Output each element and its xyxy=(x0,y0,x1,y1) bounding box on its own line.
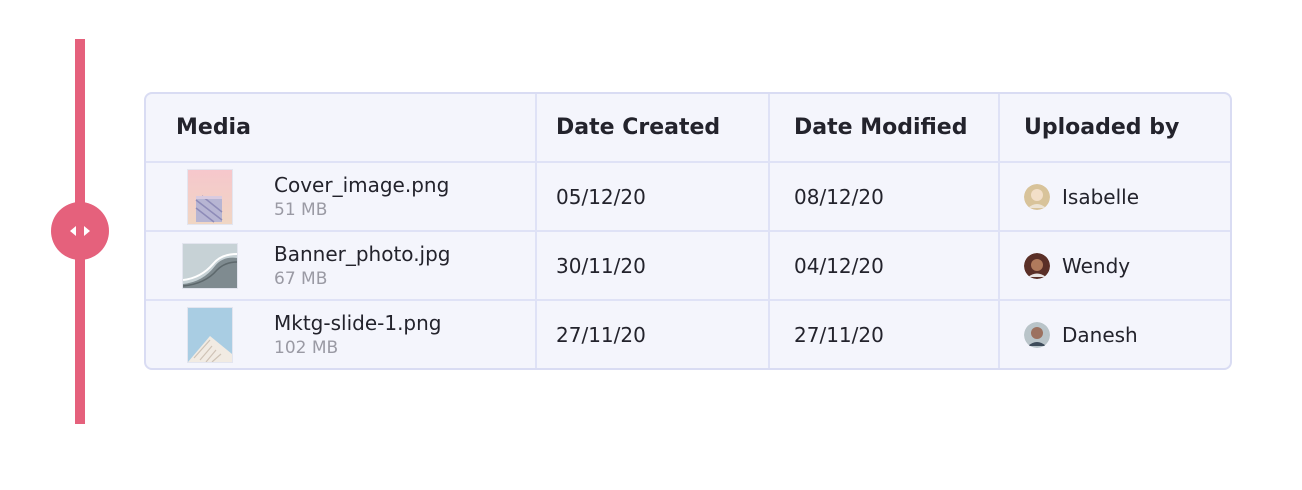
table-row[interactable]: Banner_photo.jpg 67 MB 30/11/20 04/12/20 xyxy=(146,231,1230,301)
uploader-cell: Danesh xyxy=(999,300,1230,368)
uploader-name: Isabelle xyxy=(1062,184,1139,209)
date-modified-cell: 27/11/20 xyxy=(769,300,1000,368)
date-created-cell: 30/11/20 xyxy=(536,231,770,301)
column-header-date-created[interactable]: Date Created xyxy=(536,94,770,163)
chevron-right-icon xyxy=(84,226,90,236)
table-header-row: Media Date Created Date Modified Uploade… xyxy=(146,94,1230,163)
uploader-cell: Wendy xyxy=(999,231,1230,301)
isabelle-avatar xyxy=(1024,183,1050,210)
file-name: Cover_image.png xyxy=(274,172,450,197)
wendy-avatar xyxy=(1024,252,1050,279)
resize-handle[interactable] xyxy=(51,202,109,260)
uploader-cell: Isabelle xyxy=(999,162,1230,232)
media-table: Media Date Created Date Modified Uploade… xyxy=(144,92,1232,370)
media-cell: Banner_photo.jpg 67 MB xyxy=(146,231,537,301)
column-header-uploaded-by[interactable]: Uploaded by xyxy=(999,94,1230,163)
pastel-building-image xyxy=(187,168,233,225)
media-cell: Mktg-slide-1.png 102 MB xyxy=(146,300,537,368)
curved-architecture-image xyxy=(182,242,238,289)
column-header-media[interactable]: Media xyxy=(146,94,537,163)
media-cell: Cover_image.png 51 MB xyxy=(146,162,537,232)
date-modified-cell: 08/12/20 xyxy=(769,162,1000,232)
file-size: 51 MB xyxy=(274,199,328,220)
file-name: Mktg-slide-1.png xyxy=(274,311,442,335)
date-created-cell: 05/12/20 xyxy=(536,162,770,232)
file-size: 102 MB xyxy=(274,338,339,358)
page: Media Date Created Date Modified Uploade… xyxy=(0,0,1302,490)
sky-building-image xyxy=(187,307,233,363)
table-row[interactable]: Cover_image.png 51 MB 05/12/20 08/12/20 xyxy=(146,162,1230,232)
table-row[interactable]: Mktg-slide-1.png 102 MB 27/11/20 27/11/2… xyxy=(146,300,1230,368)
file-name: Banner_photo.jpg xyxy=(274,241,451,266)
date-modified-cell: 04/12/20 xyxy=(769,231,1000,301)
uploader-name: Danesh xyxy=(1062,323,1138,347)
danesh-avatar xyxy=(1024,322,1050,348)
uploader-name: Wendy xyxy=(1062,253,1131,278)
column-header-date-modified[interactable]: Date Modified xyxy=(769,94,1000,163)
file-size: 67 MB xyxy=(274,268,328,289)
date-created-cell: 27/11/20 xyxy=(536,300,770,368)
chevron-left-icon xyxy=(70,226,76,236)
